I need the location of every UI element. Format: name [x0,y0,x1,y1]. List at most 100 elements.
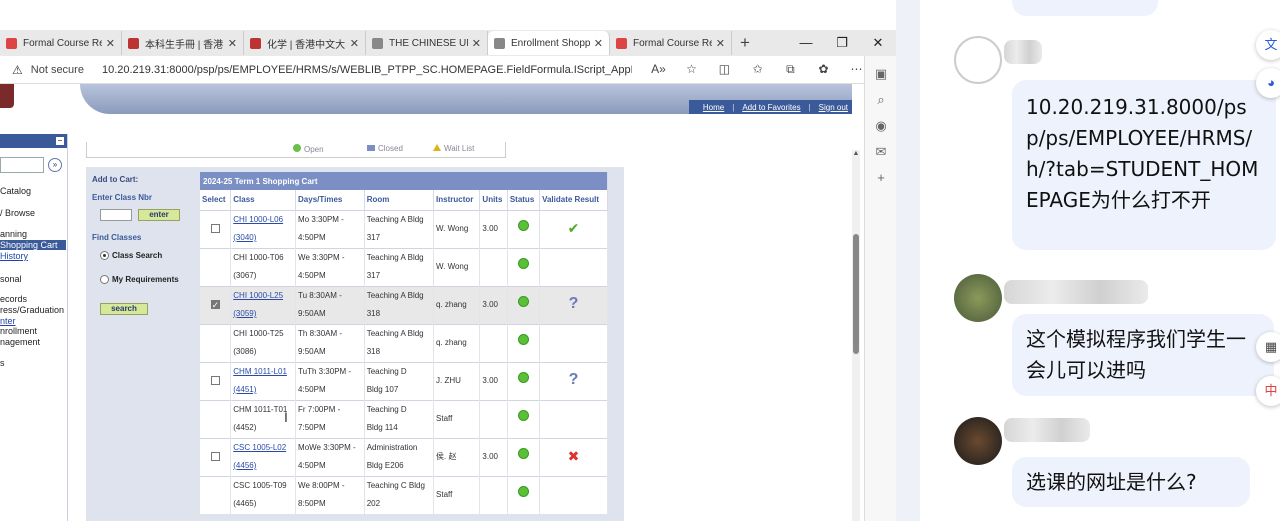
close-window-icon[interactable]: ✕ [860,35,896,51]
browser-tab[interactable]: Formal Course Re ✕ [610,31,732,55]
class-section[interactable]: CHI 1000-L25 [233,291,283,300]
close-tab-icon[interactable]: ✕ [228,37,237,50]
menu-item[interactable]: / Browse [0,208,35,218]
message-bubble: 选课的网址是什么? [1012,457,1250,507]
menu-search-go-icon[interactable]: » [48,158,62,172]
menu-item[interactable]: Catalog [0,186,31,196]
error-icon[interactable]: ✖ [568,448,580,464]
search-icon[interactable]: ⌕ [865,92,896,108]
menu-item[interactable]: ecords [0,294,27,304]
instructor-cell: Staff [433,475,481,514]
menu-search-input[interactable] [0,157,44,173]
menu-item[interactable]: sonal [0,274,22,284]
search-button[interactable]: search [100,303,148,315]
select-checkbox[interactable] [210,296,220,314]
close-tab-icon[interactable]: ✕ [350,37,359,50]
restore-icon[interactable]: ❐ [824,35,860,51]
menu-item[interactable]: ress/Graduation [0,305,64,315]
apps-icon[interactable]: ▦ [1256,332,1280,362]
class-cell: CSC 1005-T09 (4465) [230,475,297,514]
split-screen-icon[interactable]: ◫ [708,62,741,77]
sign-out-link[interactable]: Sign out [811,103,852,112]
select-checkbox[interactable] [210,376,220,386]
browser-tab[interactable]: 化学 | 香港中文大 ✕ [244,31,366,55]
copilot-icon[interactable]: ◉ [865,118,896,134]
warning-icon[interactable]: ⚠ [12,63,23,77]
page-scrollbar[interactable]: ▲ [852,150,860,521]
url-input[interactable]: 10.20.219.31:8000/psp/ps/EMPLOYEE/HRMS/s… [102,64,632,76]
blurred-username [1004,280,1148,304]
enter-button[interactable]: enter [138,209,180,221]
check-icon[interactable]: ✔ [568,220,580,236]
class-number[interactable]: (3040) [233,233,256,242]
room-number: 202 [366,499,381,509]
tab-favicon-icon [372,37,383,49]
question-icon[interactable]: ? [569,371,579,388]
avatar[interactable] [954,36,1002,84]
menu-item[interactable]: nagement [0,337,40,347]
class-nbr-input[interactable] [100,209,132,221]
select-checkbox[interactable] [210,452,220,462]
browser-tab[interactable]: 本科生手冊 | 香港 ✕ [122,31,244,55]
class-search-option[interactable]: Class Search [100,251,162,260]
blurred-username [1004,40,1042,64]
browser-tab[interactable]: Enrollment Shopp ✕ [488,31,610,55]
my-requirements-option[interactable]: My Requirements [100,275,179,284]
home-link[interactable]: Home [695,103,732,112]
minimize-icon[interactable]: — [788,35,824,51]
menu-item[interactable]: s [0,358,5,368]
close-tab-icon[interactable]: ✕ [106,37,115,50]
menu-item[interactable]: nrollment [0,326,37,336]
avatar[interactable] [954,274,1002,322]
select-checkbox[interactable] [210,224,220,234]
question-icon[interactable]: ? [569,295,579,312]
column-header: Days/Times [295,190,365,210]
days-times-cell: We 8:00PM - 8:50PM [295,475,365,514]
class-section[interactable]: CHM 1011-L01 [233,367,287,376]
new-tab-button[interactable]: + [732,33,758,53]
class-section[interactable]: CSC 1005-L02 [233,443,286,452]
add-favorites-link[interactable]: Add to Favorites [734,103,808,112]
read-aloud-icon[interactable]: A» [642,62,675,77]
extensions-icon[interactable]: ✿ [807,62,840,77]
class-number[interactable]: (4456) [233,461,256,470]
browser-tab[interactable]: Formal Course Re ✕ [0,31,122,55]
days-start: We 3:30PM - [298,253,345,262]
tab-favicon-icon [6,37,17,49]
sidebar-toggle-icon[interactable]: ▣ [865,66,896,82]
browser-tab[interactable]: THE CHINESE UNI ✕ [366,31,488,55]
collapse-icon[interactable]: − [55,136,65,146]
class-section[interactable]: CHI 1000-L06 [233,215,283,224]
favorites-icon[interactable]: ✩ [741,62,774,77]
column-header: Class [230,190,297,210]
select-cell [200,361,232,400]
class-section: CHI 1000-T06 [233,253,284,262]
table-row: CSC 1005-L02 (4456) MoWe 3:30PM - 4:50PM Adm… [200,437,608,476]
menu-item[interactable]: anning [0,229,27,239]
scroll-thumb[interactable] [853,234,859,354]
close-tab-icon[interactable]: ✕ [716,37,725,50]
outlook-icon[interactable]: ✉ [865,144,896,160]
menu-item[interactable]: History [0,251,28,261]
class-number: (3086) [233,347,257,356]
not-secure-label[interactable]: Not secure [31,64,84,76]
radio-selected[interactable] [100,251,109,260]
close-tab-icon[interactable]: ✕ [594,37,603,50]
ai-assistant-icon[interactable]: ◕ [1256,68,1280,98]
favorite-star-icon[interactable]: ☆ [675,62,708,77]
legend-closed-label: Closed [378,144,403,153]
class-number: (4465) [233,499,257,509]
menu-item[interactable]: nter [0,316,16,326]
class-number[interactable]: (3059) [233,309,256,318]
class-number[interactable]: (4451) [233,385,256,394]
translate-icon[interactable]: 文 [1256,30,1280,60]
avatar[interactable] [954,417,1002,465]
radio[interactable] [100,275,109,284]
scroll-up-icon[interactable]: ▲ [852,150,860,157]
units-cell [479,323,508,362]
add-icon[interactable]: + [865,170,896,185]
menu-item-shopping-cart[interactable]: Shopping Cart [0,240,66,250]
collections-icon[interactable]: ⧉ [774,62,807,77]
close-tab-icon[interactable]: ✕ [472,37,481,50]
translate-page-icon[interactable]: 中 [1256,376,1280,406]
